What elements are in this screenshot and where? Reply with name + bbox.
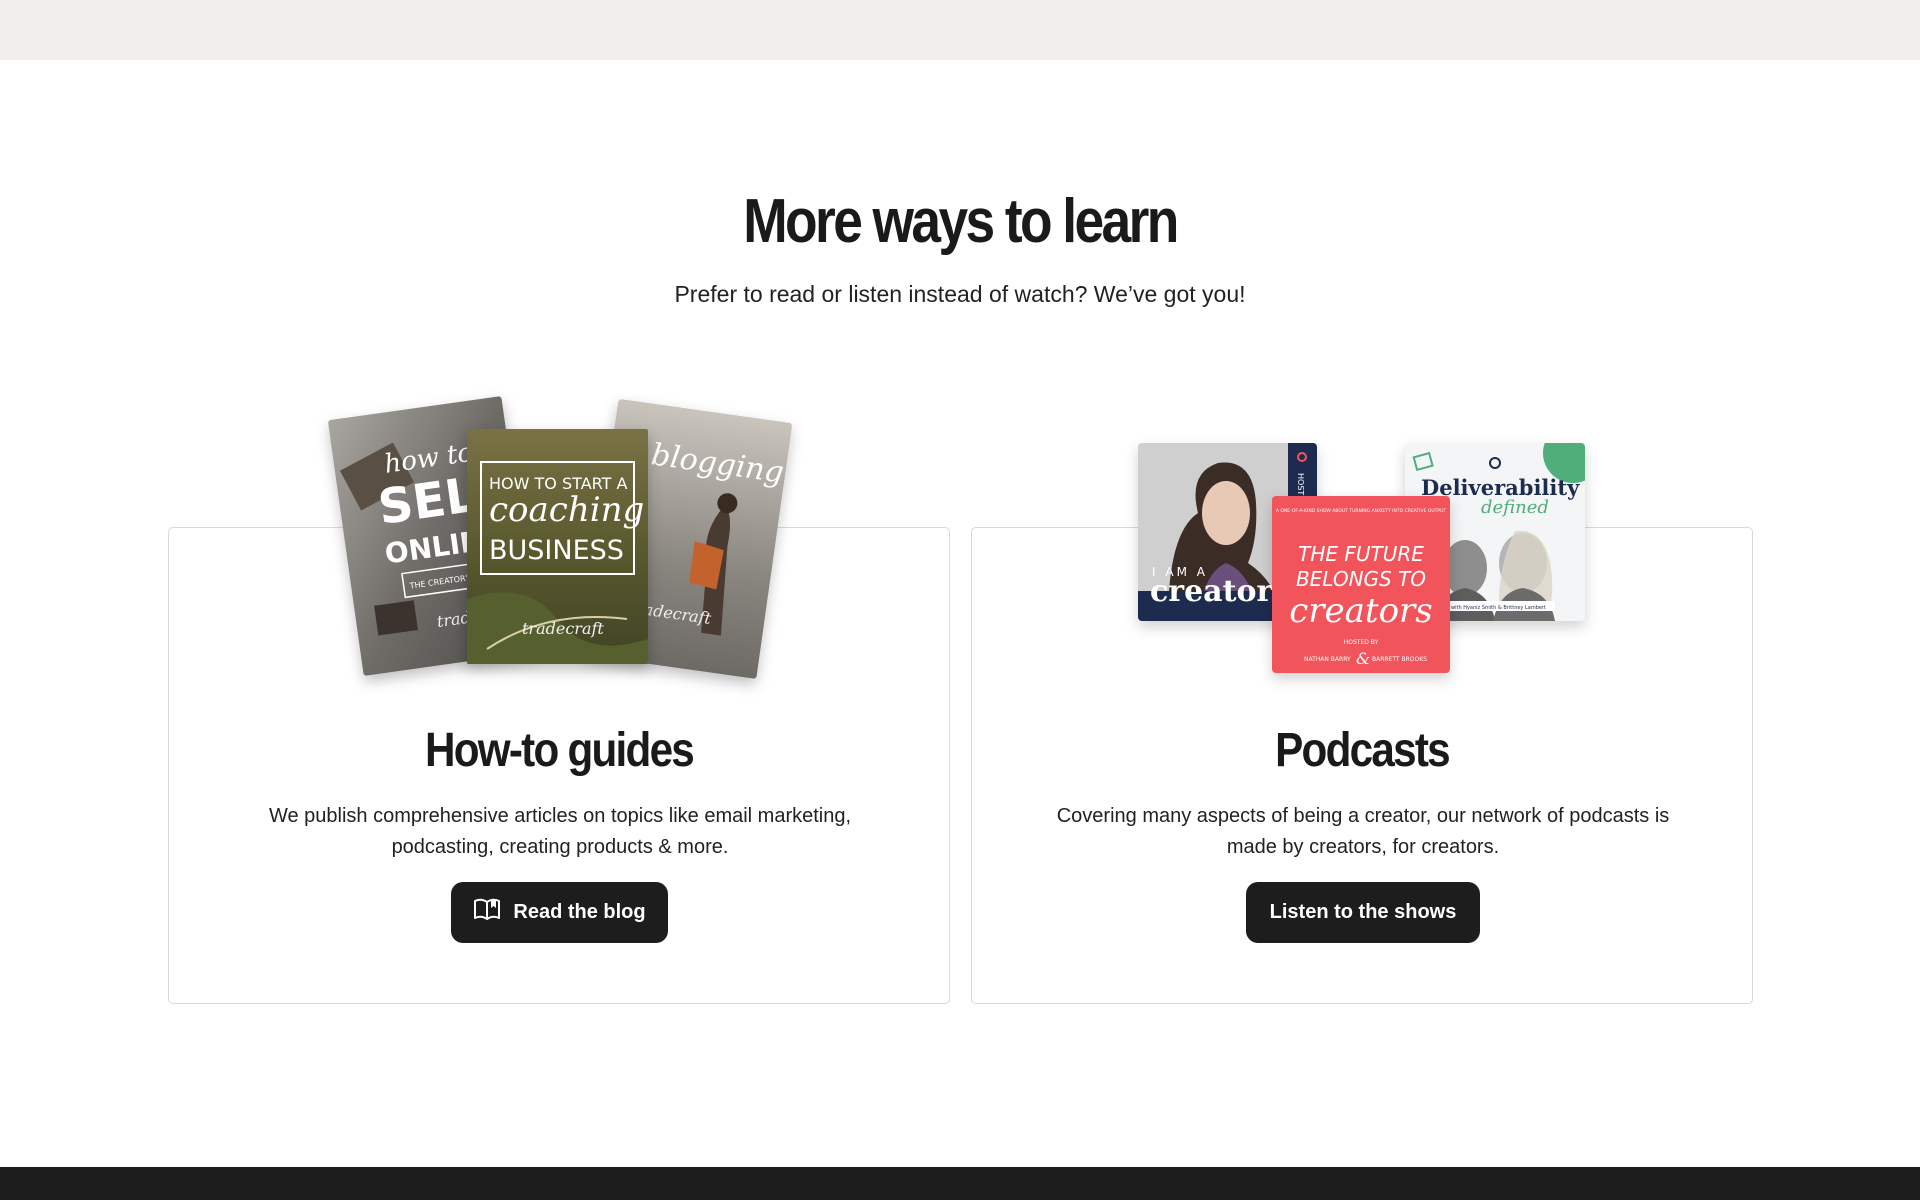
future-host1-text: NATHAN BARRY (1304, 656, 1351, 663)
read-blog-button[interactable]: Read the blog (451, 882, 668, 943)
future-hosted-text: HOSTED BY (1344, 639, 1379, 646)
listen-shows-label: Listen to the shows (1269, 901, 1457, 923)
read-blog-label: Read the blog (513, 901, 646, 923)
section-subtitle: Prefer to read or listen instead of watc… (674, 281, 1246, 307)
cover-center-line4: BUSINESS (489, 535, 624, 566)
guides-description: We publish comprehensive articles on top… (268, 805, 852, 858)
creator-big-text: creator. (1150, 574, 1280, 609)
future-line2-text: BELONGS TO (1296, 567, 1426, 591)
listen-shows-button[interactable]: Listen to the shows (1246, 882, 1480, 943)
future-line3-text: creators (1289, 591, 1433, 631)
guides-title: How-to guides (424, 724, 695, 777)
future-top-text: A ONE-OF-A-KIND SHOW ABOUT TURNING ANXIE… (1276, 508, 1447, 514)
top-nav-strip (0, 0, 1920, 60)
podcast-art-future-belongs-to-creators: A ONE-OF-A-KIND SHOW ABOUT TURNING ANXIE… (1272, 496, 1450, 673)
deliver-line2-text: defined (1481, 497, 1549, 518)
future-ampersand: & (1356, 649, 1370, 668)
podcasts-description: Covering many aspects of being a creator… (1056, 805, 1670, 858)
deliver-hosts-text: with Hyaniz Smith & Brittney Lambert (1451, 605, 1546, 611)
podcasts-title: Podcasts (1275, 724, 1450, 777)
cover-coaching-business: HOW TO START A coaching BUSINESS tradecr… (467, 429, 648, 664)
cover-center-brand: tradecraft (522, 619, 604, 638)
section-title: More ways to learn (743, 187, 1179, 256)
footer-strip (0, 1167, 1920, 1200)
cover-center-line3: coaching (489, 490, 644, 530)
future-host2-text: BARRETT BROOKS (1372, 656, 1427, 663)
open-book-icon (473, 898, 501, 928)
future-line1-text: THE FUTURE (1298, 542, 1424, 566)
